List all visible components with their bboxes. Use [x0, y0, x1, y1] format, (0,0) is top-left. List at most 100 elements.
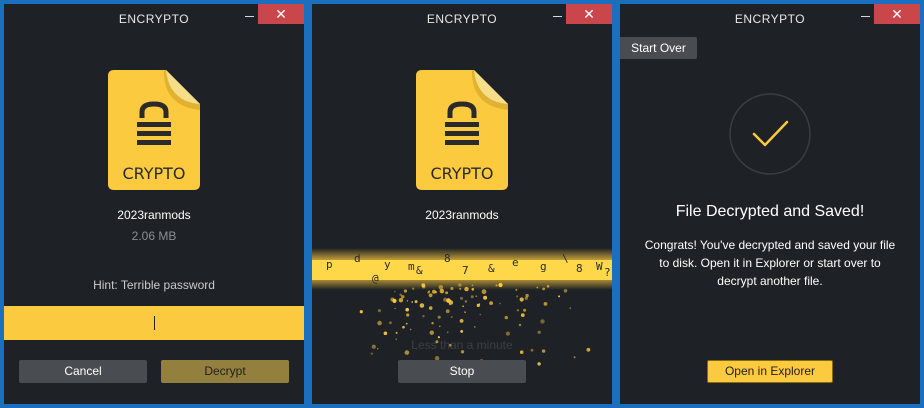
minimize-icon[interactable] — [861, 16, 870, 17]
particle — [395, 331, 398, 334]
particle — [474, 326, 476, 328]
particle — [504, 315, 508, 320]
file-icon-label: CRYPTO — [122, 164, 185, 183]
decrypt-button[interactable]: Decrypt — [161, 360, 289, 383]
particle — [516, 295, 519, 298]
file-name: 2023ranmods — [425, 208, 499, 222]
cancel-button[interactable]: Cancel — [19, 360, 147, 383]
particle — [428, 306, 433, 310]
particle — [412, 287, 415, 290]
particle — [394, 290, 396, 293]
particle — [495, 284, 498, 287]
particle — [464, 300, 468, 303]
particle — [505, 331, 510, 336]
particle — [450, 316, 453, 318]
particle — [359, 310, 363, 314]
particle — [414, 300, 418, 304]
particle — [464, 286, 469, 292]
particle — [389, 321, 392, 325]
crypto-file-lock-icon: CRYPTO — [108, 70, 200, 190]
particle — [462, 305, 464, 308]
particle — [445, 291, 448, 295]
particle — [439, 325, 441, 328]
particle — [498, 282, 503, 288]
file-name: 2023ranmods — [117, 208, 191, 222]
done-window: ENCRYPTO ✕ Start Over File Decrypted and… — [620, 4, 920, 404]
title-bar[interactable]: ENCRYPTO ✕ — [620, 4, 920, 32]
particle — [464, 311, 466, 314]
close-icon[interactable]: ✕ — [566, 4, 612, 24]
particle — [460, 296, 463, 300]
particle — [411, 301, 414, 303]
minimize-icon[interactable] — [245, 16, 254, 17]
particle — [499, 302, 501, 305]
particle — [483, 295, 488, 300]
particle — [558, 295, 561, 298]
particle — [406, 300, 408, 302]
particle — [431, 322, 434, 325]
particle — [450, 287, 454, 290]
particle — [446, 298, 451, 303]
particle — [540, 319, 545, 324]
particle — [520, 313, 525, 317]
particle — [459, 287, 462, 290]
scramble-char: g — [540, 260, 547, 273]
crypto-file-lock-icon: CRYPTO — [416, 70, 508, 190]
stop-button[interactable]: Stop — [398, 360, 526, 383]
particle — [569, 307, 571, 309]
close-icon[interactable]: ✕ — [874, 4, 920, 24]
scramble-char: @ — [372, 272, 379, 285]
particle — [398, 298, 404, 303]
scramble-char: m — [408, 260, 415, 273]
file-size: 2.06 MB — [131, 229, 177, 243]
particle — [563, 289, 568, 293]
particle — [471, 284, 474, 287]
particle — [458, 283, 462, 287]
start-over-button[interactable]: Start Over — [620, 37, 697, 59]
text-caret — [154, 316, 155, 330]
particle — [446, 331, 449, 334]
close-icon[interactable]: ✕ — [258, 4, 304, 24]
title-bar[interactable]: ENCRYPTO ✕ — [4, 4, 304, 32]
password-input[interactable] — [4, 306, 304, 340]
particle — [392, 298, 397, 303]
particle — [432, 289, 436, 294]
particle — [429, 330, 434, 335]
particle — [421, 283, 426, 288]
particle — [448, 303, 452, 306]
particle — [437, 315, 441, 319]
particle — [471, 288, 475, 291]
decrypt-window: ENCRYPTO ✕ CRYPTO 2023ranmods 2.06 MB Hi… — [4, 4, 304, 404]
particle — [428, 293, 433, 298]
particle — [516, 309, 519, 312]
particle — [537, 330, 541, 334]
particle — [410, 328, 412, 331]
scramble-char: 8 — [576, 262, 583, 275]
title-bar[interactable]: ENCRYPTO ✕ — [312, 4, 612, 32]
particle — [489, 301, 493, 305]
scramble-char: 7 — [462, 264, 469, 277]
particle — [476, 303, 480, 307]
particle — [394, 307, 396, 309]
scramble-char: p — [326, 258, 333, 271]
particle — [475, 295, 478, 297]
particle — [405, 307, 409, 312]
particle — [524, 296, 528, 300]
particle — [546, 285, 550, 288]
file-icon-label: CRYPTO — [430, 164, 493, 183]
particle — [470, 295, 474, 299]
scramble-char: e — [512, 256, 519, 269]
particle — [401, 295, 405, 299]
particle — [405, 322, 408, 325]
scramble-char: & — [416, 264, 423, 277]
particle — [403, 289, 407, 293]
open-in-explorer-button[interactable]: Open in Explorer — [707, 360, 833, 383]
scramble-char: & — [488, 262, 495, 275]
minimize-icon[interactable] — [553, 16, 562, 17]
particle — [573, 356, 576, 359]
particle — [383, 331, 388, 336]
particle — [542, 287, 546, 291]
particle — [422, 315, 425, 318]
particle — [479, 313, 482, 316]
scramble-char: ? — [604, 266, 611, 279]
